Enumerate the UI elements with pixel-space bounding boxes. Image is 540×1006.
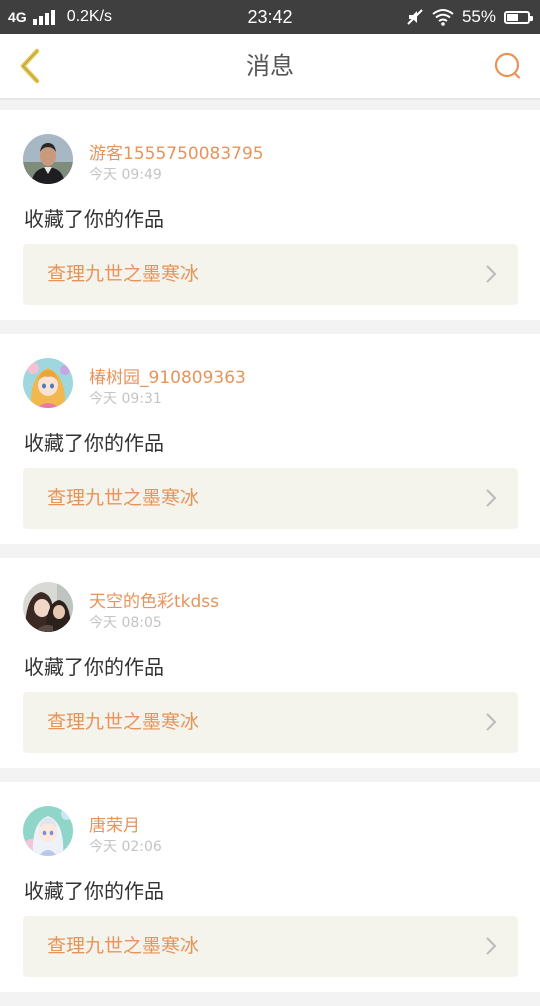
status-bar-right: 55% [406,0,533,34]
page-title: 消息 [246,52,294,80]
anime-girl-avatar[interactable] [23,358,73,408]
header: 消息 [0,34,540,100]
message-card: 游客1555750083795 今天 09:49 收藏了你的作品 查理九世之墨寒… [0,110,540,320]
username[interactable]: 天空的色彩tkdss [89,587,219,612]
username[interactable]: 椿树园_910809363 [89,363,246,388]
timestamp: 今天 08:05 [89,615,162,631]
search-icon [494,52,521,79]
man-photo-avatar[interactable] [23,134,73,184]
chevron-right-icon [486,489,497,507]
battery-icon [504,10,533,24]
couple-photo-avatar[interactable] [23,582,73,632]
work-link[interactable]: 查理九世之墨寒冰 [23,244,518,305]
work-title: 查理九世之墨寒冰 [47,263,200,285]
status-bar: 4G 0.2K/s 23:42 55% [0,0,540,34]
search-button[interactable] [486,44,530,88]
message-text: 收藏了你的作品 [24,431,164,455]
work-link[interactable]: 查理九世之墨寒冰 [23,468,518,529]
battery-fill [507,13,518,21]
work-title: 查理九世之墨寒冰 [47,711,200,733]
anime-white-hair-avatar[interactable] [23,806,73,856]
chevron-right-icon [486,937,497,955]
battery-percent: 55% [461,7,496,26]
chevron-right-icon [486,713,497,731]
message-text: 收藏了你的作品 [24,655,164,679]
wifi-icon [432,9,454,26]
message-card: 天空的色彩tkdss 今天 08:05 收藏了你的作品 查理九世之墨寒冰 [0,558,540,768]
timestamp: 今天 09:49 [89,167,162,183]
work-link[interactable]: 查理九世之墨寒冰 [23,916,518,977]
message-list: 游客1555750083795 今天 09:49 收藏了你的作品 查理九世之墨寒… [0,110,540,1006]
mute-icon [407,9,423,25]
chevron-right-icon [486,265,497,283]
username[interactable]: 唐荣月 [89,811,140,836]
work-link[interactable]: 查理九世之墨寒冰 [23,692,518,753]
timestamp: 今天 09:31 [89,391,162,407]
message-card: 椿树园_910809363 今天 09:31 收藏了你的作品 查理九世之墨寒冰 [0,334,540,544]
work-title: 查理九世之墨寒冰 [47,935,200,957]
timestamp: 今天 02:06 [89,839,162,855]
message-text: 收藏了你的作品 [24,879,164,903]
message-text: 收藏了你的作品 [24,207,164,231]
work-title: 查理九世之墨寒冰 [47,487,200,509]
username[interactable]: 游客1555750083795 [89,139,264,164]
message-card: 唐荣月 今天 02:06 收藏了你的作品 查理九世之墨寒冰 [0,782,540,992]
